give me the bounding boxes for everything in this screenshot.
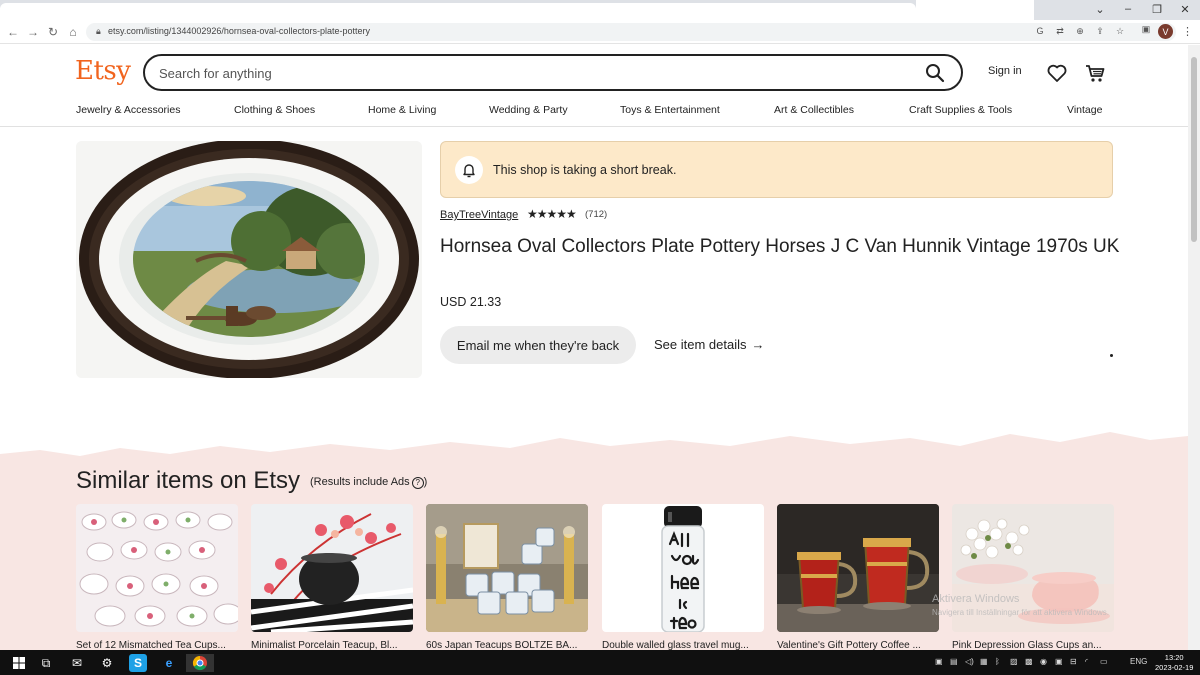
listing-price: USD 21.33	[440, 295, 502, 309]
similar-item-card[interactable]: Minimalist Porcelain Teacup, Bl...	[251, 504, 413, 651]
ads-note-close: )	[423, 476, 428, 488]
translate-icon[interactable]: ⇄	[1054, 26, 1066, 37]
tabstrip-blank	[916, 0, 1034, 20]
restore-button[interactable]: ❐	[1143, 0, 1171, 18]
activate-windows-hint: Navigera till Inställningar för att akti…	[932, 608, 1109, 617]
browser-tabstrip: ⌄ – ❐ ✕	[0, 0, 1200, 20]
close-window-button[interactable]: ✕	[1171, 0, 1199, 18]
network-icon[interactable]: ⊟	[1070, 657, 1077, 666]
nav-craft-supplies-tools[interactable]: Craft Supplies & Tools	[909, 104, 1012, 116]
tray-icon[interactable]: ▩	[1025, 657, 1033, 666]
help-icon[interactable]: ?	[411, 477, 424, 489]
nav-home-living[interactable]: Home & Living	[368, 104, 436, 116]
lock-icon[interactable]: 🔒︎	[96, 26, 101, 37]
bluetooth-icon[interactable]: ᛒ	[995, 657, 1000, 666]
zoom-icon[interactable]: ⊕	[1074, 26, 1086, 37]
similar-item-image[interactable]	[602, 504, 764, 632]
review-count[interactable]: (712)	[585, 209, 607, 220]
notice-message: This shop is taking a short break.	[493, 163, 677, 177]
skype-icon[interactable]: S	[129, 654, 147, 672]
nav-art-collectibles[interactable]: Art & Collectibles	[774, 104, 854, 116]
reload-button[interactable]: ↻	[44, 23, 62, 41]
chrome-icon[interactable]	[186, 654, 214, 672]
url-text[interactable]: etsy.com/listing/1344002926/hornsea-oval…	[108, 26, 370, 36]
tray-icon[interactable]: ▤	[950, 657, 958, 666]
similar-item-card[interactable]: Valentine's Gift Pottery Coffee ...	[777, 504, 939, 651]
forward-button[interactable]: →	[24, 23, 42, 41]
plate-image	[76, 141, 422, 378]
nav-vintage[interactable]: Vintage	[1067, 104, 1102, 116]
tray-icon[interactable]: ▣	[935, 657, 943, 666]
similar-item-card[interactable]: 60s Japan Teacups BOLTZE BA...	[426, 504, 588, 651]
listing-image[interactable]	[76, 141, 422, 378]
similar-item-card[interactable]: Pink Depression Glass Cups an...	[952, 504, 1114, 651]
see-item-details-link[interactable]: See item details →	[654, 337, 765, 352]
ads-note-label: (Results include Ads	[310, 476, 410, 488]
similar-items-title: Similar items on Etsy	[76, 467, 301, 494]
search-icon[interactable]	[925, 63, 945, 83]
rating-stars[interactable]: ★★★★★	[527, 207, 577, 221]
email-me-button[interactable]: Email me when they're back	[440, 326, 636, 364]
windows-taskbar: ⧉ ✉ ⚙ S e ▣ ▤ ◁) ▦ ᛒ ▨ ▩ ◉ ▣ ⊟ ◜ ▭ ENG 1…	[0, 650, 1200, 675]
favorites-heart-icon[interactable]	[1046, 62, 1068, 84]
taskbar-clock[interactable]: 13:20 2023-02-19	[1155, 653, 1193, 673]
similar-item-card[interactable]: Double walled glass travel mug...	[602, 504, 764, 651]
search-bar[interactable]	[143, 54, 963, 91]
google-icon[interactable]: G	[1034, 26, 1046, 36]
minimize-button[interactable]: –	[1114, 0, 1142, 18]
browser-active-tab[interactable]	[0, 3, 916, 20]
home-button[interactable]: ⌂	[64, 23, 82, 41]
edge-icon[interactable]: e	[160, 654, 178, 672]
scrollbar-thumb[interactable]	[1191, 57, 1197, 242]
tray-icon[interactable]: ◉	[1040, 657, 1047, 666]
page-scrollbar[interactable]	[1188, 45, 1200, 650]
stray-dot	[1110, 354, 1113, 357]
sign-in-link[interactable]: Sign in	[988, 65, 1022, 77]
tab-search-icon[interactable]: ⌄	[1086, 0, 1114, 18]
listing-title: Hornsea Oval Collectors Plate Pottery Ho…	[440, 236, 1120, 257]
etsy-logo[interactable]: Etsy	[75, 56, 131, 86]
settings-gear-icon[interactable]: ⚙	[98, 654, 116, 672]
nav-clothing-shoes[interactable]: Clothing & Shoes	[234, 104, 315, 116]
nav-jewelry-accessories[interactable]: Jewelry & Accessories	[76, 104, 180, 116]
shop-break-notice: This shop is taking a short break.	[440, 141, 1113, 198]
activate-windows-watermark: Aktivera Windows	[932, 593, 1020, 605]
browser-menu-icon[interactable]: ⋮	[1182, 25, 1193, 38]
clock-time: 13:20	[1164, 653, 1184, 662]
cart-icon[interactable]	[1084, 62, 1106, 84]
tray-icon[interactable]: ▨	[1010, 657, 1018, 666]
clock-date: 2023-02-19	[1155, 663, 1194, 672]
see-item-details-label: See item details	[654, 337, 747, 352]
bell-icon	[455, 156, 483, 184]
battery-icon[interactable]: ▭	[1100, 657, 1108, 666]
volume-icon[interactable]: ◁)	[965, 657, 974, 666]
profile-avatar[interactable]: V	[1158, 24, 1173, 39]
bookmark-star-icon[interactable]: ☆	[1114, 26, 1126, 37]
language-indicator[interactable]: ENG	[1130, 657, 1147, 666]
windows-start-icon[interactable]	[10, 654, 28, 672]
ads-note: (Results include Ads?)	[310, 476, 427, 489]
tray-icon[interactable]: ▦	[980, 657, 988, 666]
share-icon[interactable]: ⇪	[1094, 26, 1106, 37]
similar-item-image[interactable]	[777, 504, 939, 632]
nav-wedding-party[interactable]: Wedding & Party	[489, 104, 568, 116]
browser-toolbar: ← → ↻ ⌂ 🔒︎ etsy.com/listing/1344002926/h…	[0, 20, 1200, 44]
back-button[interactable]: ←	[4, 23, 22, 41]
shop-name-link[interactable]: BayTreeVintage	[440, 209, 518, 221]
search-input[interactable]	[159, 63, 899, 83]
nav-toys-entertainment[interactable]: Toys & Entertainment	[620, 104, 720, 116]
task-view-icon[interactable]: ⧉	[37, 654, 55, 672]
address-bar[interactable]: 🔒︎ etsy.com/listing/1344002926/hornsea-o…	[86, 23, 1176, 41]
similar-item-image[interactable]	[76, 504, 238, 632]
similar-item-image[interactable]	[426, 504, 588, 632]
tray-icon[interactable]: ▣	[1055, 657, 1063, 666]
similar-item-card[interactable]: Set of 12 Mismatched Tea Cups...	[76, 504, 238, 651]
mail-icon[interactable]: ✉	[68, 654, 86, 672]
category-nav: Jewelry & Accessories Clothing & Shoes H…	[0, 102, 1188, 127]
arrow-right-icon: →	[751, 337, 765, 352]
sidepanel-icon[interactable]: ▣	[1140, 24, 1152, 35]
wifi-icon[interactable]: ◜	[1085, 657, 1088, 666]
similar-item-image[interactable]	[251, 504, 413, 632]
